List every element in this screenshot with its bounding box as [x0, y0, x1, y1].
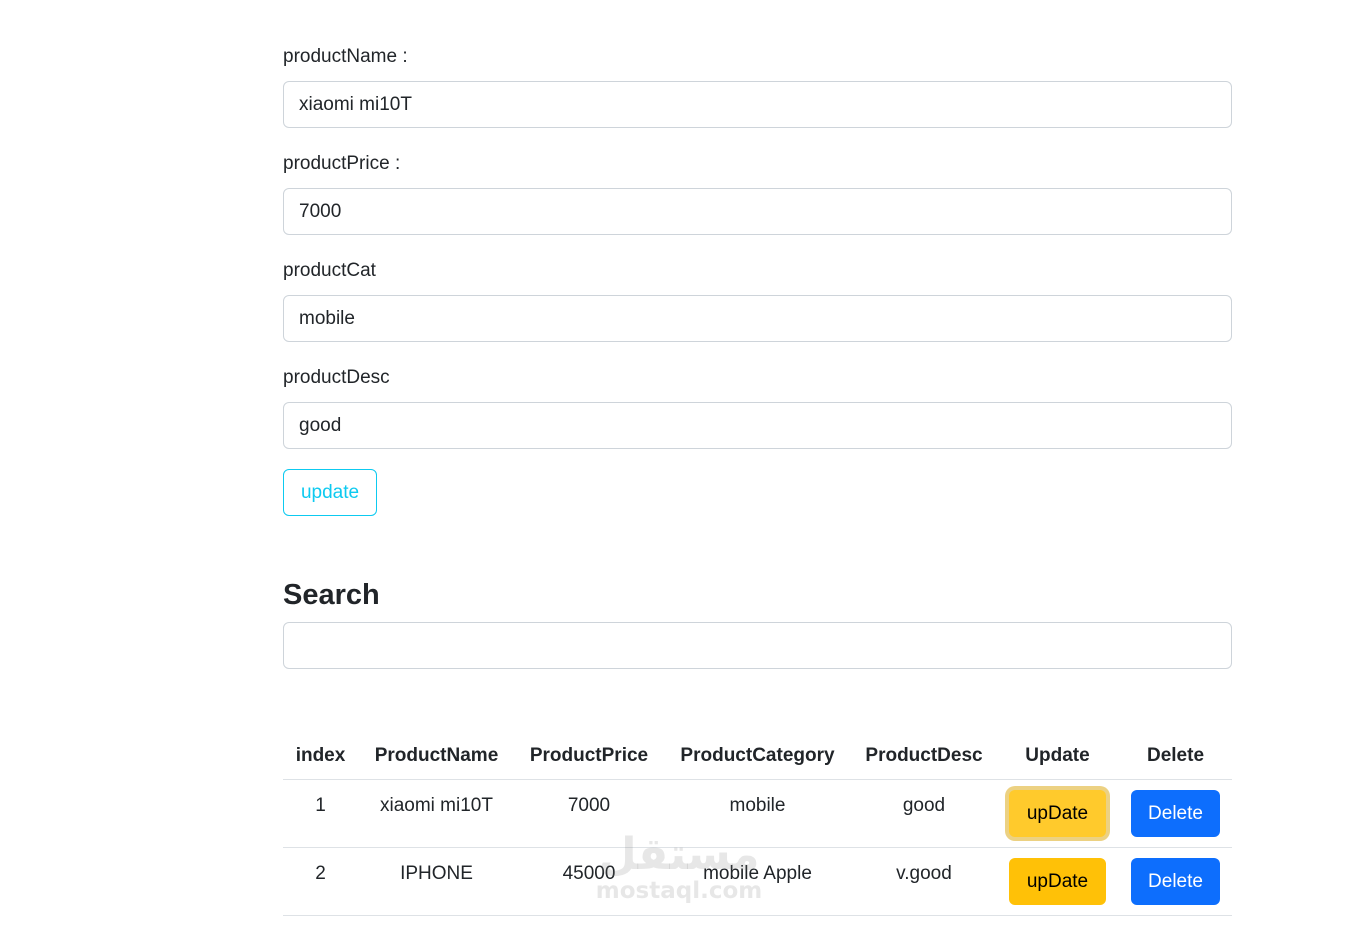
update-product-button[interactable]: update	[283, 469, 377, 516]
product-category-label: productCat	[283, 260, 376, 281]
cell-product-category: mobile Apple	[663, 847, 852, 916]
cell-update: upDate	[996, 779, 1119, 848]
search-heading: Search	[283, 579, 380, 611]
row-update-button[interactable]: upDate	[1009, 858, 1106, 905]
cell-index-text: 1	[315, 794, 326, 816]
cell-product-description-text: v.good	[896, 862, 952, 884]
header-index: index	[283, 732, 358, 780]
cell-product-price-text: 45000	[562, 862, 616, 884]
cell-product-price: 45000	[515, 847, 663, 916]
table-row: 1 xiaomi mi10T 7000 mobile good upDate D…	[283, 779, 1232, 848]
cell-product-name-text: xiaomi mi10T	[380, 794, 493, 816]
product-price-input[interactable]	[283, 188, 1232, 235]
cell-product-category-text: mobile Apple	[703, 862, 812, 884]
header-update: Update	[996, 732, 1119, 780]
header-product-name: ProductName	[358, 732, 515, 780]
product-description-label: productDesc	[283, 367, 390, 388]
cell-product-description: good	[852, 779, 996, 848]
cell-update: upDate	[996, 847, 1119, 916]
cell-delete: Delete	[1119, 847, 1232, 916]
header-product-price: ProductPrice	[515, 732, 663, 780]
product-description-input[interactable]	[283, 402, 1232, 449]
products-table: index ProductName ProductPrice ProductCa…	[283, 732, 1232, 916]
cell-product-description: v.good	[852, 847, 996, 916]
product-price-label: productPrice :	[283, 153, 401, 174]
cell-product-category: mobile	[663, 779, 852, 848]
table-row: 2 IPHONE 45000 mobile Apple v.good upDat…	[283, 847, 1232, 916]
cell-product-category-text: mobile	[729, 794, 786, 816]
row-delete-button[interactable]: Delete	[1131, 858, 1220, 905]
cell-index: 1	[283, 779, 358, 848]
cell-product-name: IPHONE	[358, 847, 515, 916]
row-delete-button[interactable]: Delete	[1131, 790, 1220, 837]
header-delete: Delete	[1119, 732, 1232, 780]
product-category-input[interactable]	[283, 295, 1232, 342]
cell-delete: Delete	[1119, 779, 1232, 848]
product-name-label: productName :	[283, 46, 408, 67]
cell-product-price: 7000	[515, 779, 663, 848]
cell-product-name-text: IPHONE	[400, 862, 473, 884]
cell-product-price-text: 7000	[567, 794, 611, 816]
cell-index-text: 2	[315, 862, 326, 884]
cell-product-description-text: good	[902, 794, 946, 816]
cell-index: 2	[283, 847, 358, 916]
cell-product-name: xiaomi mi10T	[358, 779, 515, 848]
header-product-category: ProductCategory	[663, 732, 852, 780]
header-product-description: ProductDesc	[852, 732, 996, 780]
product-name-input[interactable]	[283, 81, 1232, 128]
row-update-button[interactable]: upDate	[1009, 790, 1106, 837]
search-input[interactable]	[283, 622, 1232, 669]
table-header-row: index ProductName ProductPrice ProductCa…	[283, 732, 1232, 780]
